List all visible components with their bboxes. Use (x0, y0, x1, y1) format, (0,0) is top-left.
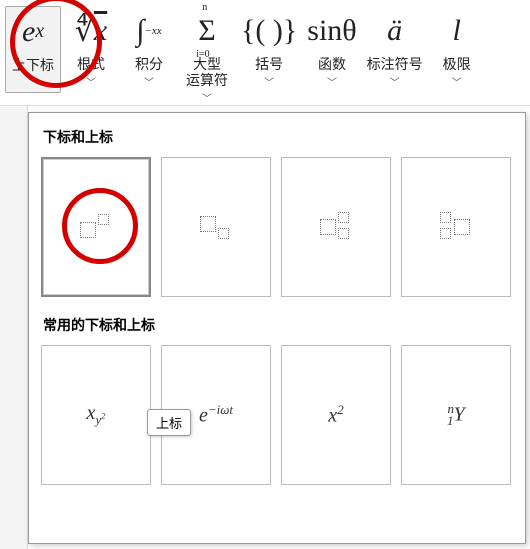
ribbon-icon: ex (22, 9, 44, 55)
chevron-down-icon: ﹀ (264, 74, 274, 89)
ribbon-label: 标注符号 (367, 56, 423, 72)
script-tile-superscript[interactable] (41, 157, 151, 297)
ribbon-icon: nΣi=0 (198, 8, 215, 54)
common-script-grid: xy2 e−iωt x2 n1Y (41, 345, 513, 485)
ribbon-label: 函数 (318, 56, 346, 72)
ribbon-label: 大型 运算符 (186, 56, 228, 88)
math-expression: e−iωt (199, 402, 233, 428)
script-template-grid (41, 157, 513, 297)
math-expression: x2 (328, 402, 343, 428)
ribbon-icon: sinθ (307, 8, 356, 54)
ribbon-label: 极限 (443, 56, 471, 72)
ribbon-item-极限[interactable]: l 极限 ﹀ (429, 6, 485, 91)
chevron-down-icon: ﹀ (202, 90, 212, 105)
script-dropdown-panel: 下标和上标 常用的下标和上标 xy2 e−iωt x2 n1Y 上标 (28, 112, 526, 544)
equation-ribbon: ex上下标﹀∜x根式﹀∫−xx积分﹀nΣi=0大型 运算符﹀{( )}括号﹀si… (0, 0, 530, 106)
ribbon-icon: ∫−xx (136, 8, 161, 54)
tooltip: 上标 (147, 409, 191, 436)
chevron-down-icon: ﹀ (390, 74, 400, 89)
script-placeholder (196, 212, 236, 242)
ribbon-icon: {( )} (241, 8, 297, 54)
ribbon-label: 积分 (135, 56, 163, 72)
common-tile-0[interactable]: xy2 (41, 345, 151, 485)
ribbon-item-积分[interactable]: ∫−xx 积分 ﹀ (121, 6, 177, 91)
ribbon-item-函数[interactable]: sinθ 函数 ﹀ (303, 6, 360, 91)
document-gutter (0, 106, 28, 549)
ribbon-item-标注符号[interactable]: ä 标注符号 ﹀ (363, 6, 427, 91)
chevron-down-icon: ﹀ (28, 75, 38, 90)
script-tile-subscript[interactable] (161, 157, 271, 297)
script-placeholder (436, 212, 476, 242)
section-title-scripts: 下标和上标 (43, 127, 513, 147)
script-tile-sub-superscript-right[interactable] (281, 157, 391, 297)
ribbon-item-大型运算符[interactable]: nΣi=0 大型 运算符 ﹀ (179, 6, 235, 107)
ribbon-icon: l (453, 8, 461, 54)
section-title-common: 常用的下标和上标 (43, 315, 513, 335)
math-expression: n1Y (447, 401, 464, 430)
script-placeholder (316, 212, 356, 242)
ribbon-label: 根式 (77, 56, 105, 72)
ribbon-item-根式[interactable]: ∜x 根式 ﹀ (63, 6, 119, 91)
ribbon-icon: ∜x (75, 8, 107, 54)
chevron-down-icon: ﹀ (327, 74, 337, 89)
chevron-down-icon: ﹀ (86, 74, 96, 89)
common-tile-2[interactable]: x2 (281, 345, 391, 485)
math-expression: xy2 (87, 402, 106, 428)
common-tile-3[interactable]: n1Y (401, 345, 511, 485)
ribbon-item-上下标[interactable]: ex 上下标 ﹀ (5, 6, 61, 93)
chevron-down-icon: ﹀ (144, 74, 154, 89)
ribbon-icon: ä (387, 8, 402, 54)
ribbon-item-括号[interactable]: {( )} 括号 ﹀ (237, 6, 301, 91)
ribbon-label: 括号 (255, 56, 283, 72)
ribbon-label: 上下标 (12, 57, 54, 73)
script-placeholder (76, 212, 116, 242)
script-tile-sub-superscript-left[interactable] (401, 157, 511, 297)
chevron-down-icon: ﹀ (452, 74, 462, 89)
